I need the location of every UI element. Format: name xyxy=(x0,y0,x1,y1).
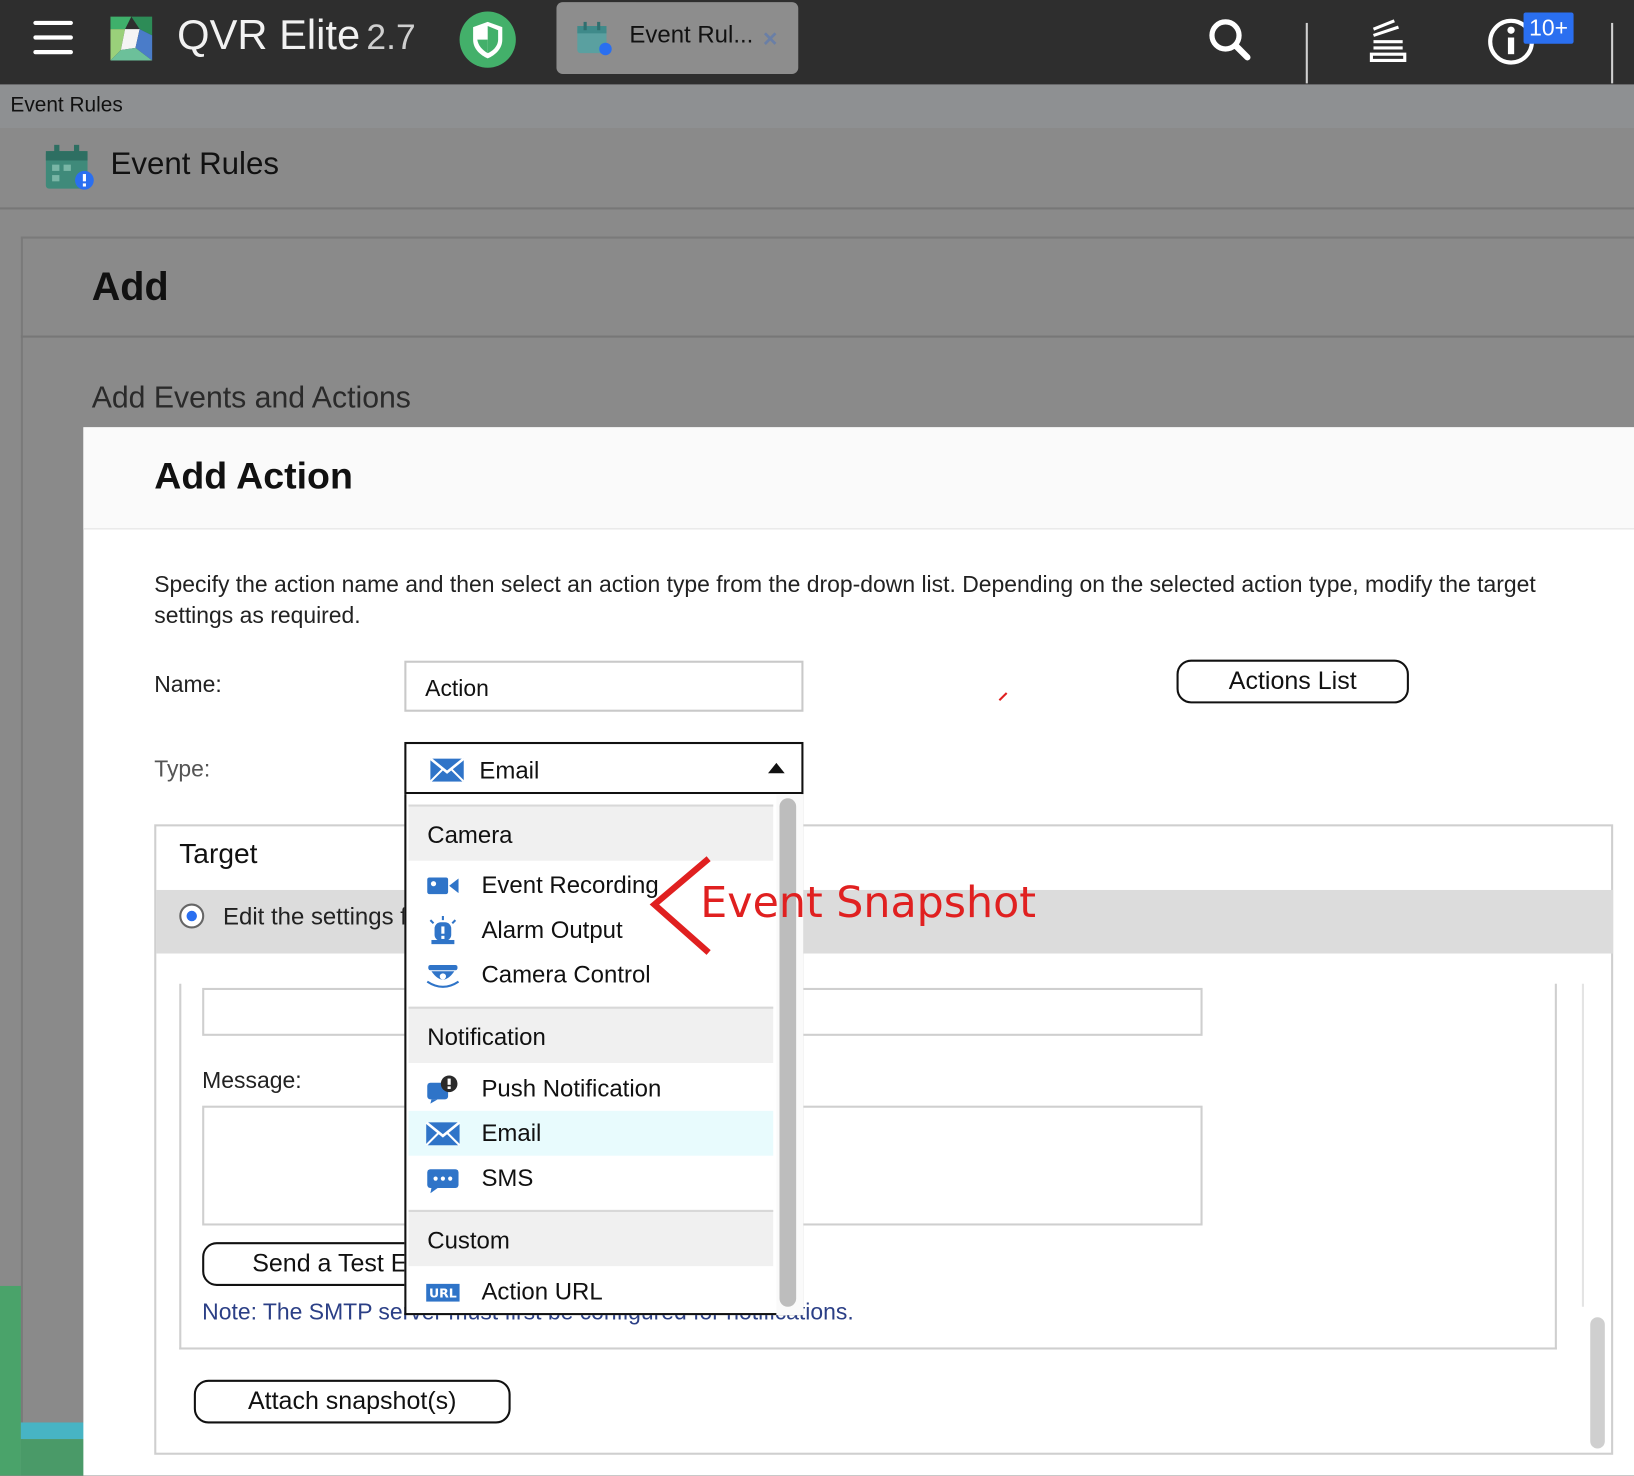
ptz-camera-icon xyxy=(426,964,460,988)
tab-close-icon[interactable]: × xyxy=(763,25,778,54)
add-panel-header: Add xyxy=(20,237,1634,338)
background-strip xyxy=(20,1439,86,1476)
attach-snapshots-button[interactable]: Attach snapshot(s) xyxy=(193,1379,511,1424)
dropdown-item-email[interactable]: Email xyxy=(408,1110,774,1156)
email-icon xyxy=(425,1121,461,1147)
search-icon[interactable] xyxy=(1205,15,1255,65)
edit-settings-label: Edit the settings f xyxy=(223,902,407,930)
dropdown-item-action-url[interactable]: URL Action URL xyxy=(409,1269,774,1313)
email-icon xyxy=(429,757,465,783)
name-input[interactable]: Action xyxy=(404,660,804,712)
dropdown-group-notification: Notification xyxy=(408,1006,774,1063)
toolbar-separator xyxy=(1305,22,1308,84)
dialog-scrollbar[interactable] xyxy=(1590,1317,1605,1449)
app-title: QVR Elite 2.7 xyxy=(177,12,416,59)
breadcrumb-label: Event Rules xyxy=(10,93,123,117)
menu-icon[interactable] xyxy=(33,20,75,56)
dropdown-item-sms[interactable]: SMS xyxy=(409,1156,774,1201)
tab-label: Event Rul... xyxy=(629,20,754,48)
page-header: Event Rules xyxy=(0,128,1634,210)
alarm-icon xyxy=(429,916,457,945)
url-icon: URL xyxy=(426,1283,460,1302)
dialog-description: Specify the action name and then select … xyxy=(154,571,1536,629)
app-version: 2.7 xyxy=(366,17,416,58)
qvr-logo-icon xyxy=(110,16,153,61)
dropdown-item-push-notification[interactable]: Push Notification xyxy=(409,1066,774,1111)
event-rules-icon xyxy=(577,21,612,56)
sms-icon xyxy=(427,1169,459,1194)
edit-settings-radio[interactable] xyxy=(179,903,205,929)
message-label: Message: xyxy=(202,1067,302,1094)
name-label: Name: xyxy=(154,671,222,698)
video-camera-icon xyxy=(427,877,459,895)
divider xyxy=(1581,983,1584,1307)
event-rules-icon xyxy=(45,144,94,190)
background-strip xyxy=(0,1285,21,1476)
type-select-value: Email xyxy=(479,756,540,784)
dialog-title: Add Action xyxy=(154,454,353,498)
actions-list-button[interactable]: Actions List xyxy=(1176,659,1409,704)
svg-text:URL: URL xyxy=(429,1285,457,1300)
annotation-label: Event Snapshot xyxy=(700,877,1037,928)
shield-icon[interactable] xyxy=(459,10,517,68)
background-strip xyxy=(20,1422,86,1440)
add-panel-title: Add xyxy=(91,265,169,310)
dropdown-scrollbar[interactable] xyxy=(779,798,797,1307)
chevron-up-icon xyxy=(768,762,785,774)
tab-event-rules[interactable]: Event Rul... × xyxy=(556,2,799,74)
annotation-mark xyxy=(998,692,1008,702)
type-select[interactable]: Email xyxy=(404,741,804,795)
add-panel-subtitle: Add Events and Actions xyxy=(91,381,411,415)
breadcrumb: Event Rules xyxy=(0,84,1634,129)
page-title: Event Rules xyxy=(110,146,280,182)
toolbar-separator xyxy=(1611,22,1614,84)
type-label: Type: xyxy=(154,755,211,782)
notification-badge[interactable]: 10+ xyxy=(1523,12,1574,44)
target-title: Target xyxy=(179,837,258,870)
task-stack-icon[interactable] xyxy=(1363,15,1413,65)
dropdown-group-custom: Custom xyxy=(408,1209,774,1267)
push-notification-icon xyxy=(427,1075,458,1104)
